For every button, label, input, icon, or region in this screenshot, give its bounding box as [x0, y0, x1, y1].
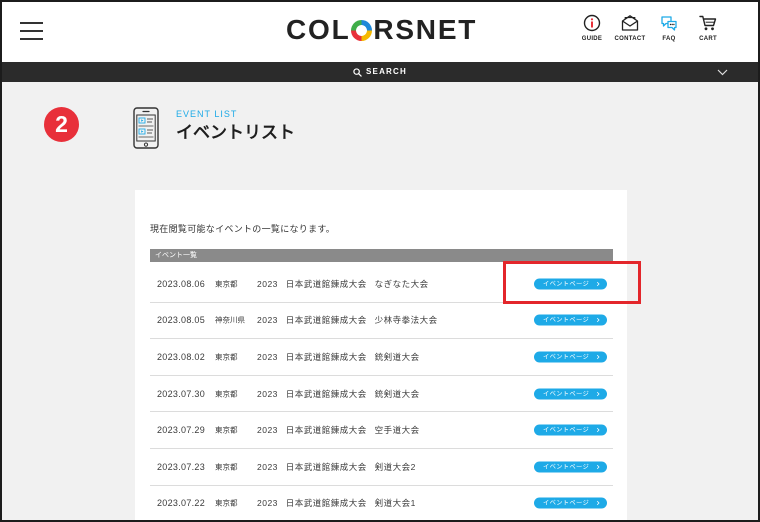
event-prefecture: 東京都 — [215, 279, 238, 289]
logo-text-start: COL — [286, 14, 351, 45]
event-row: 2023.07.30 東京都 2023 日本武道館錬成大会 銃剣道大会 イベントページ — [150, 376, 613, 413]
event-title: 2023 日本武道館錬成大会 銃剣道大会 — [257, 388, 420, 399]
event-title: 2023 日本武道館錬成大会 少林寺拳法大会 — [257, 315, 438, 326]
chevron-right-icon — [596, 464, 600, 469]
nav-faq-label: FAQ — [662, 36, 676, 42]
site-header: COL RSNET GUIDE CONTACT FAQ CART — [0, 0, 760, 62]
event-date: 2023.08.06 — [157, 278, 206, 289]
event-date: 2023.07.30 — [157, 388, 206, 399]
event-title: 2023 日本武道館錬成大会 なぎなた大会 — [257, 278, 429, 289]
event-row: 2023.07.29 東京都 2023 日本武道館錬成大会 空手道大会 イベントページ — [150, 412, 613, 449]
nav-faq-button[interactable]: FAQ — [650, 14, 688, 46]
envelope-icon — [621, 15, 639, 31]
event-page-button[interactable]: イベントページ — [534, 351, 607, 363]
event-page-button-label: イベントページ — [543, 353, 590, 361]
page-title: イベントリスト — [176, 123, 295, 142]
event-page-button[interactable]: イベントページ — [534, 497, 607, 509]
chevron-right-icon — [596, 318, 600, 323]
event-title: 2023 日本武道館錬成大会 空手道大会 — [257, 425, 420, 436]
event-page-button[interactable]: イベントページ — [534, 424, 607, 436]
page-eyebrow: EVENT LIST — [176, 109, 238, 119]
event-page-button-label: イベントページ — [543, 426, 590, 434]
event-title: 2023 日本武道館錬成大会 剣道大会1 — [257, 498, 416, 509]
intro-text: 現在閲覧可能なイベントの一覧になります。 — [150, 224, 336, 234]
event-date: 2023.07.29 — [157, 425, 206, 436]
chevron-right-icon — [596, 501, 600, 506]
event-prefecture: 東京都 — [215, 425, 238, 435]
event-row: 2023.08.05 神奈川県 2023 日本武道館錬成大会 少林寺拳法大会 イベント… — [150, 303, 613, 340]
search-bar: SEARCH — [0, 62, 760, 82]
event-page-button-label: イベントページ — [543, 280, 590, 288]
hamburger-line — [20, 38, 43, 40]
logo-color-ring-icon — [350, 19, 372, 41]
smartphone-list-icon — [133, 107, 159, 149]
event-date: 2023.08.02 — [157, 351, 206, 362]
nav-cart-label: CART — [699, 36, 717, 42]
chevron-right-icon — [596, 281, 600, 286]
event-page-button-label: イベントページ — [543, 316, 590, 324]
search-label: SEARCH — [366, 67, 407, 76]
event-list-card: 現在閲覧可能なイベントの一覧になります。 イベント一覧 2023.08.06 東京… — [135, 190, 627, 522]
cart-icon — [699, 15, 717, 31]
event-title: 2023 日本武道館錬成大会 銃剣道大会 — [257, 351, 420, 362]
event-title: 2023 日本武道館錬成大会 剣道大会2 — [257, 461, 416, 472]
chevron-right-icon — [596, 391, 600, 396]
event-date: 2023.07.22 — [157, 498, 206, 509]
event-page-button[interactable]: イベントページ — [534, 278, 607, 290]
event-row: 2023.08.06 東京都 2023 日本武道館錬成大会 なぎなた大会 イベントペー… — [150, 266, 613, 303]
event-page-button-label: イベントページ — [543, 463, 590, 471]
event-prefecture: 東京都 — [215, 352, 238, 362]
nav-guide-label: GUIDE — [581, 36, 603, 42]
search-button[interactable]: SEARCH — [353, 62, 407, 82]
nav-contact-label: CONTACT — [614, 36, 646, 42]
event-date: 2023.07.23 — [157, 461, 206, 472]
event-page-button-label: イベントページ — [543, 390, 590, 398]
search-icon — [353, 67, 362, 77]
event-list: 2023.08.06 東京都 2023 日本武道館錬成大会 なぎなた大会 イベントペー… — [150, 266, 613, 522]
event-row: 2023.07.23 東京都 2023 日本武道館錬成大会 剣道大会2 イベントページ — [150, 449, 613, 486]
event-prefecture: 東京都 — [215, 389, 238, 399]
site-logo[interactable]: COL RSNET — [286, 16, 477, 44]
event-page-button[interactable]: イベントページ — [534, 461, 607, 473]
hamburger-line — [20, 22, 43, 24]
event-page-button[interactable]: イベントページ — [534, 388, 607, 400]
event-page-button[interactable]: イベントページ — [534, 314, 607, 326]
nav-cart-button[interactable]: CART — [689, 14, 727, 46]
nav-guide-button[interactable]: GUIDE — [573, 14, 611, 46]
nav-contact-button[interactable]: CONTACT — [611, 14, 649, 46]
hamburger-line — [20, 30, 43, 32]
list-header: イベント一覧 — [150, 249, 613, 262]
chevron-right-icon — [596, 428, 600, 433]
chat-bubbles-icon — [661, 16, 677, 31]
chevron-right-icon — [596, 354, 600, 360]
step-number-badge: 2 — [44, 107, 79, 142]
event-page-button-label: イベントページ — [543, 499, 590, 507]
event-prefecture: 東京都 — [215, 498, 238, 508]
hamburger-icon[interactable] — [20, 20, 43, 40]
event-prefecture: 東京都 — [215, 462, 238, 472]
event-row: 2023.08.02 東京都 2023 日本武道館錬成大会 銃剣道大会 イベントページ — [150, 339, 613, 376]
event-prefecture: 神奈川県 — [215, 315, 245, 325]
chevron-down-icon[interactable] — [717, 69, 728, 76]
logo-text-end: RSNET — [373, 14, 478, 45]
event-row: 2023.07.22 東京都 2023 日本武道館錬成大会 剣道大会1 イベントページ — [150, 486, 613, 522]
info-icon — [583, 14, 601, 32]
event-date: 2023.08.05 — [157, 315, 206, 326]
